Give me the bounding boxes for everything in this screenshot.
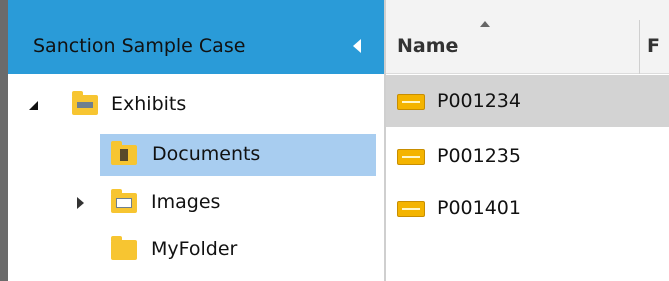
tree-item-label: MyFolder — [151, 238, 238, 260]
folder-icon — [72, 91, 98, 115]
tree-item-images[interactable]: Images — [8, 182, 384, 224]
window-frame — [0, 0, 8, 281]
exhibit-icon — [397, 94, 425, 110]
collapse-sidebar-icon[interactable] — [353, 39, 361, 53]
folder-images-icon — [111, 189, 137, 213]
folder-icon — [111, 236, 137, 260]
expand-icon[interactable] — [77, 197, 84, 209]
tree-item-myfolder[interactable]: MyFolder — [8, 229, 384, 271]
column-header-next[interactable]: F — [647, 35, 660, 57]
file-list: Name F P001234 P001235 P001401 — [386, 0, 669, 281]
sidebar-header: Sanction Sample Case — [8, 0, 384, 74]
case-title: Sanction Sample Case — [33, 35, 246, 57]
tree-item-label: Documents — [152, 143, 261, 165]
list-item-label: P001401 — [437, 197, 521, 219]
exhibit-icon — [397, 149, 425, 165]
column-divider[interactable] — [639, 20, 640, 74]
column-header-row: Name F — [386, 0, 669, 74]
expand-collapse-icon[interactable] — [29, 101, 38, 110]
tree-item-exhibits[interactable]: Exhibits — [8, 84, 384, 126]
column-header-name[interactable]: Name — [397, 35, 458, 57]
sidebar: Sanction Sample Case Exhibits Documents … — [8, 0, 384, 281]
sort-ascending-icon — [480, 21, 490, 27]
list-item-label: P001235 — [437, 145, 521, 167]
tree-item-label: Images — [151, 191, 221, 213]
list-item[interactable]: P001235 — [386, 130, 669, 182]
list-item-label: P001234 — [437, 90, 521, 112]
list-item[interactable]: P001401 — [386, 182, 669, 234]
folder-documents-icon — [111, 141, 137, 165]
tree-item-label: Exhibits — [111, 93, 187, 115]
exhibit-icon — [397, 201, 425, 217]
tree-item-documents[interactable]: Documents — [100, 134, 376, 176]
list-item[interactable]: P001234 — [386, 75, 669, 127]
